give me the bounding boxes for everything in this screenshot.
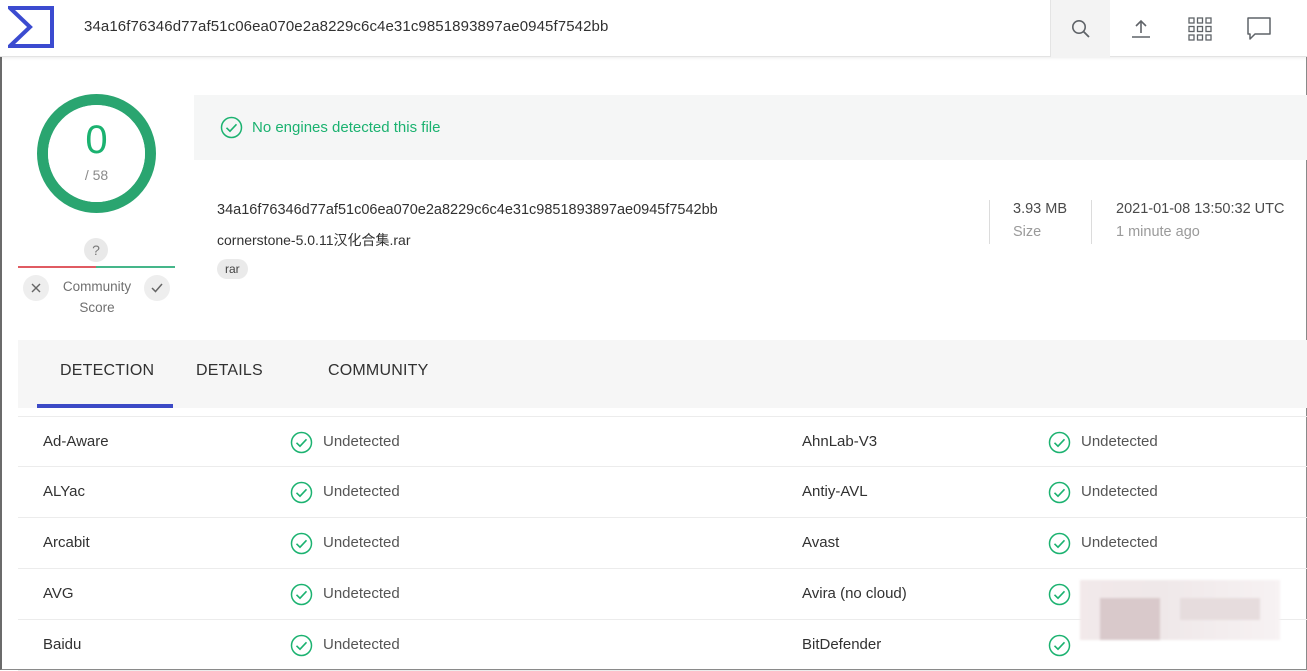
search-button[interactable]: [1050, 0, 1110, 57]
engine-name: ALYac: [43, 483, 85, 500]
engine-result: Undetected: [1081, 483, 1158, 500]
vote-harmful-button[interactable]: [23, 275, 49, 301]
file-name: cornerstone-5.0.11汉化合集.rar: [217, 232, 411, 248]
file-hash[interactable]: 34a16f76346d77af51c06ea070e2a8229c6c4e31…: [217, 202, 718, 218]
logo-icon[interactable]: [8, 6, 54, 48]
active-tab-indicator: [37, 404, 173, 408]
result-banner-text: No engines detected this file: [252, 119, 441, 136]
community-score-negative-bar: [18, 266, 96, 268]
engine-result: Undetected: [323, 636, 400, 653]
upload-icon: [1132, 19, 1150, 38]
engine-name: Antiy-AVL: [802, 483, 868, 500]
check-circle-icon: [290, 634, 313, 657]
check-circle-icon: [290, 532, 313, 555]
grid-menu-icon: [1188, 16, 1212, 41]
engine-result: Undetected: [1081, 534, 1158, 551]
divider: [1091, 200, 1092, 244]
community-label-line2: Score: [79, 300, 115, 315]
file-type-tag[interactable]: rar: [217, 259, 248, 279]
engine-name: AhnLab-V3: [802, 433, 878, 450]
tab-community[interactable]: COMMUNITY: [328, 362, 428, 380]
engine-name: AVG: [43, 585, 74, 602]
engine-name: Arcabit: [43, 534, 90, 551]
check-circle-icon: [290, 583, 313, 606]
search-icon: [1071, 19, 1090, 38]
check-circle-icon: [220, 116, 243, 139]
table-row: Arcabit Undetected Avast Undetected: [18, 518, 1307, 569]
table-row: Ad-Aware Undetected AhnLab-V3 Undetected: [18, 416, 1307, 467]
apps-menu-button[interactable]: [1170, 0, 1230, 57]
check-circle-icon: [1048, 583, 1071, 606]
engine-name: Baidu: [43, 636, 82, 653]
engine-result: Undetected: [323, 433, 400, 450]
engine-name: Ad-Aware: [43, 433, 109, 450]
check-circle-icon: [290, 481, 313, 504]
community-score-label: Community Score: [52, 276, 142, 318]
check-circle-icon: [1048, 532, 1071, 555]
engine-name: BitDefender: [802, 636, 882, 653]
engine-name: Avira (no cloud): [802, 585, 907, 602]
check-circle-icon: [290, 431, 313, 454]
check-circle-icon: [1048, 431, 1071, 454]
analysis-date-value: 2021-01-08 13:50:32 UTC: [1116, 201, 1285, 217]
blurred-overlay: [1080, 580, 1280, 640]
detection-count: 0: [85, 118, 108, 162]
check-icon: [151, 283, 163, 293]
community-label-line1: Community: [62, 279, 132, 294]
engine-total: / 58: [84, 167, 109, 183]
file-size-label: Size: [1013, 224, 1042, 240]
engine-name: Avast: [802, 534, 840, 551]
upload-button[interactable]: [1111, 0, 1171, 57]
file-size-value: 3.93 MB: [1013, 201, 1067, 217]
vote-harmless-button[interactable]: [144, 275, 170, 301]
tab-detection[interactable]: DETECTION: [60, 362, 154, 380]
chat-button[interactable]: [1229, 0, 1289, 57]
unknown-score-badge: ?: [84, 238, 108, 262]
chat-icon: [1247, 16, 1271, 40]
engine-result: Undetected: [323, 483, 400, 500]
community-score-positive-bar: [96, 266, 175, 268]
analysis-date-relative: 1 minute ago: [1116, 224, 1200, 240]
table-row: ALYac Undetected Antiy-AVL Undetected: [18, 467, 1307, 518]
engine-result: Undetected: [323, 585, 400, 602]
check-circle-icon: [1048, 634, 1071, 657]
check-circle-icon: [1048, 481, 1071, 504]
divider: [989, 200, 990, 244]
tab-details[interactable]: DETAILS: [196, 362, 263, 380]
engine-result: Undetected: [323, 534, 400, 551]
search-input[interactable]: 34a16f76346d77af51c06ea070e2a8229c6c4e31…: [84, 18, 608, 35]
close-icon: [31, 283, 41, 293]
engine-result: Undetected: [1081, 433, 1158, 450]
top-bar: 34a16f76346d77af51c06ea070e2a8229c6c4e31…: [0, 0, 1307, 57]
